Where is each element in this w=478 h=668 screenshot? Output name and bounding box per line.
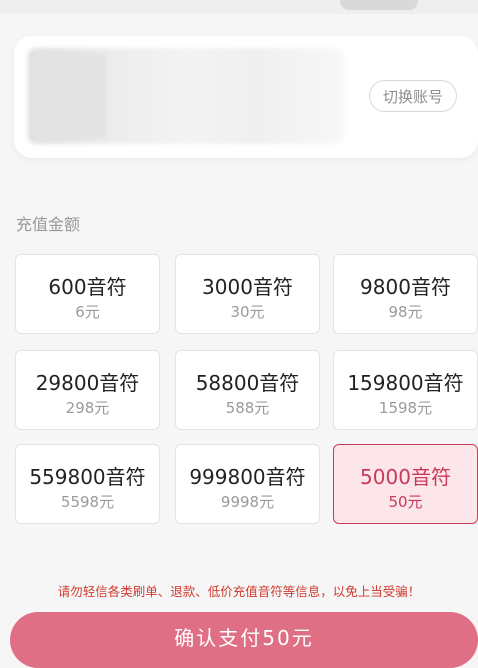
recharge-option[interactable]: 600音符 6元 [15,254,160,334]
option-price: 588元 [225,399,270,417]
option-amount: 999800音符 [189,465,306,489]
option-price: 5598元 [60,493,115,511]
option-amount: 600音符 [48,275,127,299]
recharge-option-selected[interactable]: 5000音符 50元 [333,444,478,524]
option-amount: 559800音符 [29,465,146,489]
option-amount: 29800音符 [35,371,140,395]
recharge-option[interactable]: 559800音符 5598元 [15,444,160,524]
option-price: 98元 [388,303,423,321]
option-amount: 159800音符 [347,371,464,395]
option-price: 30元 [230,303,265,321]
recharge-option[interactable]: 159800音符 1598元 [333,350,478,430]
top-status-area [0,0,478,14]
recharge-option[interactable]: 3000音符 30元 [175,254,320,334]
option-price: 50元 [388,493,423,511]
switch-account-button[interactable]: 切换账号 [369,80,457,112]
recharge-amount-label: 充值金额 [16,215,81,234]
option-amount: 58800音符 [195,371,300,395]
option-price: 1598元 [378,399,433,417]
option-amount: 9800音符 [360,275,451,299]
blurred-account-info [28,48,344,144]
top-pill [340,0,418,10]
recharge-option[interactable]: 58800音符 588元 [175,350,320,430]
option-price: 6元 [75,303,100,321]
recharge-options-grid: 600音符 6元 3000音符 30元 9800音符 98元 29800音符 2… [15,254,478,526]
fraud-warning-text: 请勿轻信各类刷单、退款、低价充值音符等信息，以免上当受骗！ [57,584,421,599]
confirm-pay-button[interactable]: 确认支付50元 [10,612,478,668]
option-price: 298元 [65,399,110,417]
account-card: 切换账号 [14,36,478,158]
option-price: 9998元 [220,493,275,511]
recharge-option[interactable]: 29800音符 298元 [15,350,160,430]
recharge-option[interactable]: 9800音符 98元 [333,254,478,334]
option-amount: 3000音符 [202,275,293,299]
recharge-option[interactable]: 999800音符 9998元 [175,444,320,524]
option-amount: 5000音符 [360,465,451,489]
